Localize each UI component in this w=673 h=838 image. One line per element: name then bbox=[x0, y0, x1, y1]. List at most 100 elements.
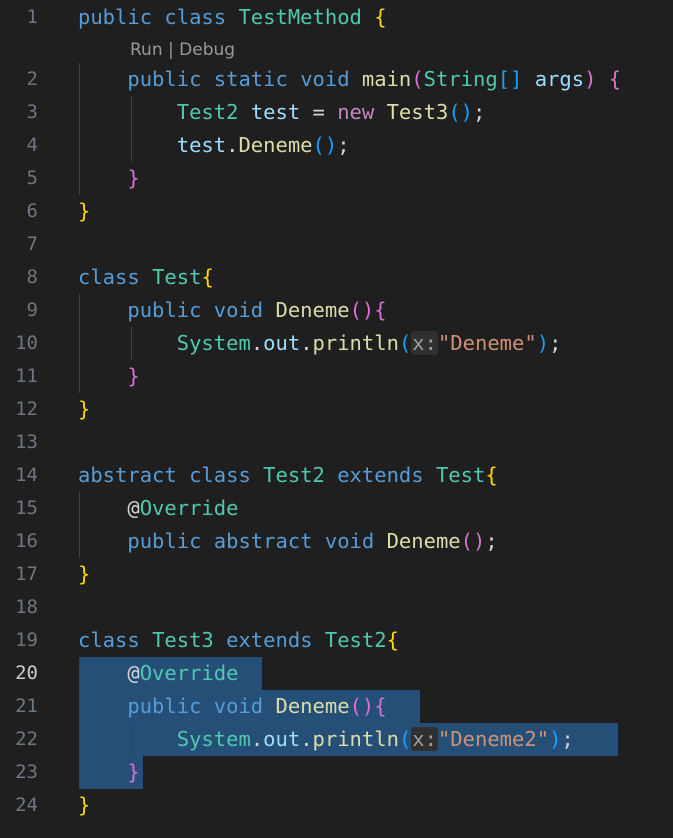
code-line[interactable]: 23 } bbox=[0, 756, 673, 789]
code-token: println bbox=[312, 727, 399, 751]
code-line[interactable]: 8 class Test{ bbox=[0, 261, 673, 294]
code-text: System.out.println(x:"Deneme2"); bbox=[78, 723, 574, 756]
code-token: } bbox=[78, 562, 91, 586]
codelens-debug-link[interactable]: Debug bbox=[179, 40, 235, 60]
codelens: Run | Debug bbox=[130, 36, 235, 64]
code-line[interactable]: 13 bbox=[0, 426, 673, 459]
code-text: test.Deneme(); bbox=[78, 129, 350, 162]
code-line[interactable]: 11 } bbox=[0, 360, 673, 393]
code-text: public void Deneme(){ bbox=[78, 294, 386, 327]
line-number: 23 bbox=[15, 761, 38, 783]
line-number: 11 bbox=[15, 365, 38, 387]
code-token: class bbox=[189, 463, 251, 487]
code-line[interactable]: 15 @Override bbox=[0, 492, 673, 525]
inlay-hint: x: bbox=[411, 331, 438, 355]
code-token: Test2 bbox=[324, 628, 387, 652]
code-text: public void Deneme(){ bbox=[78, 690, 387, 723]
code-token: Test3 bbox=[152, 628, 214, 652]
code-editor[interactable]: Run | Debug 1 public class TestMethod { 2 … bbox=[0, 0, 673, 838]
code-token: public bbox=[127, 67, 202, 91]
code-token: Override bbox=[139, 496, 239, 520]
code-line[interactable]: 21 public void Deneme(){ bbox=[0, 690, 673, 723]
code-text: Test2 test = new Test3(); bbox=[78, 96, 486, 129]
code-line[interactable]: 2 public static void main(String[] args)… bbox=[0, 63, 673, 96]
code-line[interactable]: 20 @Override bbox=[0, 657, 673, 690]
line-number: 19 bbox=[15, 629, 38, 651]
line-number: 2 bbox=[26, 68, 38, 90]
code-line[interactable]: 14 abstract class Test2 extends Test{ bbox=[0, 459, 673, 492]
line-number: 18 bbox=[15, 596, 38, 618]
code-token: . bbox=[300, 331, 313, 355]
code-token: } bbox=[127, 364, 140, 388]
code-token: test bbox=[250, 100, 301, 124]
line-number: 20 bbox=[15, 662, 38, 684]
line-number: 5 bbox=[26, 167, 38, 189]
code-token: abstract bbox=[213, 529, 313, 553]
code-token: { bbox=[485, 463, 498, 487]
code-token: void bbox=[213, 298, 264, 322]
code-line[interactable]: 18 bbox=[0, 591, 673, 624]
code-token: new bbox=[337, 100, 375, 124]
code-token: "Deneme" bbox=[437, 331, 537, 355]
line-number: 15 bbox=[15, 497, 38, 519]
line-number: 17 bbox=[15, 563, 38, 585]
code-line[interactable]: 1 public class TestMethod { bbox=[0, 1, 673, 34]
code-line[interactable]: 24} bbox=[0, 789, 673, 822]
code-token: @ bbox=[127, 496, 140, 520]
code-token: ; bbox=[473, 100, 486, 124]
code-line[interactable]: 16 public abstract void Deneme(); bbox=[0, 525, 673, 558]
code-token: } bbox=[78, 397, 91, 421]
line-number: 14 bbox=[15, 464, 38, 486]
code-line[interactable]: 12} bbox=[0, 393, 673, 426]
code-token: ( bbox=[398, 331, 412, 355]
code-text: } bbox=[78, 789, 90, 822]
line-number: 10 bbox=[15, 332, 38, 354]
code-text: } bbox=[78, 360, 140, 393]
code-line[interactable]: 5 } bbox=[0, 162, 673, 195]
code-token: { bbox=[374, 694, 387, 718]
code-line[interactable]: 17} bbox=[0, 558, 673, 591]
code-token: { bbox=[201, 265, 214, 289]
codelens-run-link[interactable]: Run bbox=[130, 40, 163, 60]
code-line[interactable]: 19 class Test3 extends Test2{ bbox=[0, 624, 673, 657]
line-number: 9 bbox=[26, 299, 38, 321]
codelens-separator: | bbox=[168, 40, 174, 60]
code-token: extends bbox=[337, 463, 424, 487]
code-line[interactable]: 6} bbox=[0, 195, 673, 228]
code-token: test bbox=[176, 133, 227, 157]
code-text: @Override bbox=[78, 657, 238, 690]
code-line[interactable]: 7 bbox=[0, 228, 673, 261]
code-token: { bbox=[608, 67, 622, 91]
code-line[interactable]: 3 Test2 test = new Test3(); bbox=[0, 96, 673, 129]
code-line[interactable]: 10 System.out.println(x:"Deneme"); bbox=[0, 327, 673, 360]
code-line[interactable]: 4 test.Deneme(); bbox=[0, 129, 673, 162]
code-token: . bbox=[226, 133, 239, 157]
code-text: } bbox=[78, 558, 90, 591]
code-token: void bbox=[300, 67, 350, 91]
code-text: } bbox=[78, 756, 139, 789]
code-token: Deneme bbox=[386, 529, 461, 553]
code-token: public bbox=[127, 298, 202, 322]
code-token: ; bbox=[561, 727, 574, 751]
code-line[interactable]: 22 System.out.println(x:"Deneme2"); bbox=[0, 723, 673, 756]
code-line[interactable]: 9 public void Deneme(){ bbox=[0, 294, 673, 327]
code-token: class bbox=[164, 5, 227, 29]
code-token: = bbox=[312, 100, 325, 124]
code-token: static bbox=[213, 67, 288, 91]
code-text: public abstract void Deneme(); bbox=[78, 525, 497, 558]
code-token: Test bbox=[435, 463, 486, 487]
code-token: abstract bbox=[78, 463, 177, 487]
code-token: "Deneme2" bbox=[437, 727, 550, 751]
code-token: main bbox=[361, 67, 412, 91]
code-token: System bbox=[176, 727, 251, 751]
